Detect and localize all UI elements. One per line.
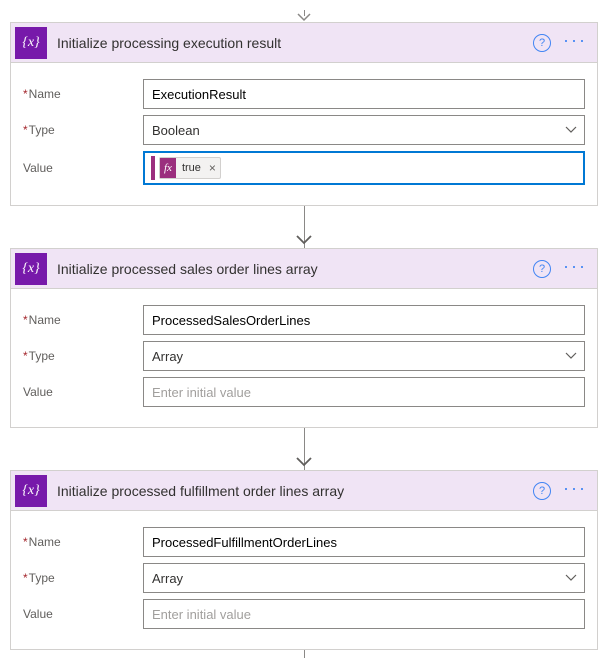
- type-select[interactable]: Array: [143, 563, 585, 593]
- name-label: *Name: [23, 87, 143, 101]
- expression-token[interactable]: fx true ×: [159, 157, 221, 179]
- field-value-row: Value fx true ×: [23, 151, 585, 185]
- name-label: *Name: [23, 535, 143, 549]
- value-input[interactable]: [143, 599, 585, 629]
- connector-top-stub: [10, 10, 598, 22]
- close-icon[interactable]: ×: [209, 161, 216, 175]
- value-label: Value: [23, 607, 143, 621]
- accent-bar: [151, 156, 155, 180]
- type-label: *Type: [23, 349, 143, 363]
- action-card-sales-order-lines: {x} Initialize processed sales order lin…: [10, 248, 598, 428]
- card-body: *Name *Type Array Value: [11, 289, 597, 427]
- field-name-row: *Name: [23, 79, 585, 109]
- arrow-down-icon: [295, 234, 313, 246]
- variable-icon: {x}: [15, 27, 47, 59]
- help-icon[interactable]: ?: [533, 482, 551, 500]
- flow-container: {x} Initialize processing execution resu…: [10, 10, 598, 658]
- arrow-down-icon: [295, 456, 313, 468]
- token-text: true: [182, 162, 201, 174]
- type-select[interactable]: Boolean: [143, 115, 585, 145]
- more-menu-icon[interactable]: ···: [563, 35, 587, 51]
- card-header[interactable]: {x} Initialize processed fulfillment ord…: [11, 471, 597, 511]
- fx-icon: fx: [160, 158, 176, 178]
- variable-icon: {x}: [15, 253, 47, 285]
- card-header[interactable]: {x} Initialize processing execution resu…: [11, 23, 597, 63]
- field-type-row: *Type Boolean: [23, 115, 585, 145]
- action-card-fulfillment-order-lines: {x} Initialize processed fulfillment ord…: [10, 470, 598, 650]
- card-title: Initialize processing execution result: [57, 35, 533, 51]
- name-label: *Name: [23, 313, 143, 327]
- card-header[interactable]: {x} Initialize processed sales order lin…: [11, 249, 597, 289]
- value-label: Value: [23, 161, 143, 175]
- value-input[interactable]: [143, 377, 585, 407]
- field-type-row: *Type Array: [23, 341, 585, 371]
- connector-arrow: [10, 206, 598, 248]
- card-body: *Name *Type Array Value: [11, 511, 597, 649]
- field-name-row: *Name: [23, 305, 585, 335]
- name-input[interactable]: [143, 79, 585, 109]
- name-input[interactable]: [143, 527, 585, 557]
- name-input[interactable]: [143, 305, 585, 335]
- card-title: Initialize processed sales order lines a…: [57, 261, 533, 277]
- type-label: *Type: [23, 123, 143, 137]
- action-card-execution-result: {x} Initialize processing execution resu…: [10, 22, 598, 206]
- help-icon[interactable]: ?: [533, 260, 551, 278]
- variable-icon: {x}: [15, 475, 47, 507]
- more-menu-icon[interactable]: ···: [563, 483, 587, 499]
- field-name-row: *Name: [23, 527, 585, 557]
- card-body: *Name *Type Boolean Value fx: [11, 63, 597, 205]
- more-menu-icon[interactable]: ···: [563, 261, 587, 277]
- connector-arrow: [10, 428, 598, 470]
- type-select[interactable]: Array: [143, 341, 585, 371]
- field-type-row: *Type Array: [23, 563, 585, 593]
- chevron-down-icon: [296, 13, 312, 23]
- field-value-row: Value: [23, 377, 585, 407]
- field-value-row: Value: [23, 599, 585, 629]
- connector-bottom-stub: [10, 650, 598, 658]
- value-label: Value: [23, 385, 143, 399]
- value-input[interactable]: fx true ×: [143, 151, 585, 185]
- type-label: *Type: [23, 571, 143, 585]
- help-icon[interactable]: ?: [533, 34, 551, 52]
- card-title: Initialize processed fulfillment order l…: [57, 483, 533, 499]
